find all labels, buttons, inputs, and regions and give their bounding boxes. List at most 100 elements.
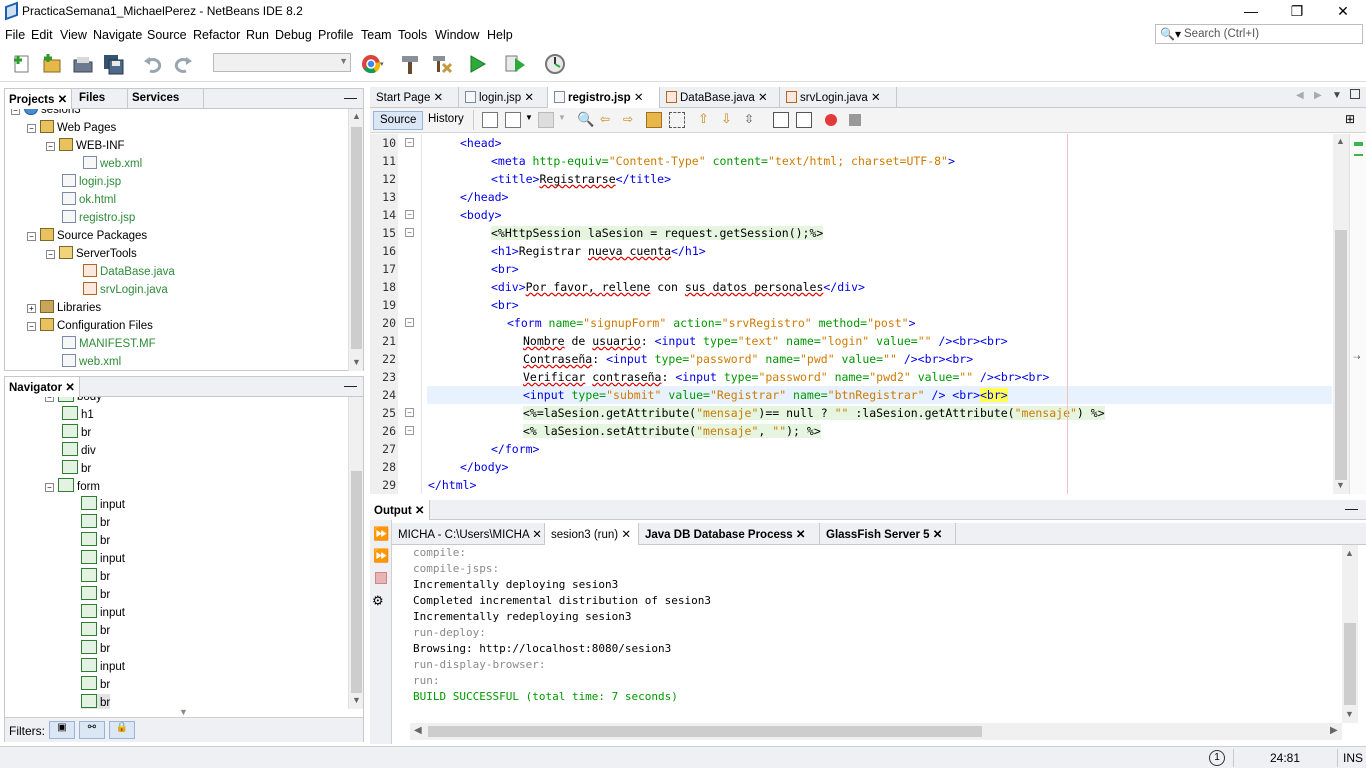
nav-node-h1[interactable]: h1 [62,406,94,421]
nav-node-br[interactable]: br [62,424,91,439]
minimize-panel-icon[interactable]: — [1345,501,1358,516]
close-icon[interactable]: ✕ [524,92,534,104]
close-icon[interactable]: ✕ [933,529,943,541]
tree-node-libraries[interactable]: + Libraries [27,300,101,314]
projects-scrollbar[interactable]: ▲ ▼ [348,109,363,371]
fold-toggle-icon[interactable]: − [405,318,414,327]
nav-node-input[interactable]: input [81,550,125,565]
code-editor[interactable]: <head> <meta http-equiv="Content-Type" c… [422,134,1332,494]
close-icon[interactable]: ✕ [415,505,425,517]
shift-right-icon[interactable] [796,112,812,128]
collapse-icon[interactable]: − [46,250,55,259]
menu-file[interactable]: File [5,28,25,42]
menu-help[interactable]: Help [487,28,513,42]
build-hammer-icon[interactable] [398,52,422,76]
tree-node-database-java[interactable]: DataBase.java [83,264,175,278]
previous-bookmark-icon[interactable]: ⇧ [698,111,709,127]
tree-node-servertools[interactable]: − ServerTools [46,246,137,260]
collapse-icon[interactable]: − [27,232,36,241]
split-editor-icon[interactable]: ⊞ [1345,112,1355,126]
filter-lock-icon[interactable]: 🔒 [109,721,135,739]
find-icon[interactable]: 🔍 [577,111,594,128]
tab-registro-jsp[interactable]: registro.jsp ✕ [548,87,660,108]
tab-output-sesion3-run[interactable]: sesion3 (run) ✕ [545,523,639,545]
stop-macro-recording-icon[interactable] [849,114,861,126]
collapse-icon[interactable]: − [27,124,36,133]
chevron-down-icon[interactable]: ▼ [558,113,566,122]
toggle-bookmark-icon[interactable]: ⇳ [744,112,754,126]
minimize-button[interactable]: — [1228,0,1274,24]
scroll-up-icon[interactable]: ▲ [352,111,361,121]
undo-icon[interactable] [141,52,165,76]
tab-services[interactable]: Services [128,89,204,109]
tree-node-project[interactable]: − sesion3 [11,109,81,116]
start-macro-recording-icon[interactable] [825,114,837,126]
nav-node-br[interactable]: br [81,532,110,547]
new-file-icon[interactable] [10,52,34,76]
next-bookmark-icon[interactable]: ⇩ [721,111,732,127]
output-vscrollbar[interactable]: ▲ ▼ [1342,545,1358,723]
close-icon[interactable]: ✕ [434,92,444,104]
scroll-tabs-left-icon[interactable]: ◀ [1296,90,1304,101]
menu-profile[interactable]: Profile [318,28,353,42]
search-box[interactable]: 🔍▾ Search (Ctrl+I) [1155,24,1363,44]
tab-srvlogin-java[interactable]: srvLogin.java ✕ [780,87,897,108]
fold-toggle-icon[interactable]: − [405,426,414,435]
menu-tools[interactable]: Tools [398,28,427,42]
scroll-up-icon[interactable]: ▲ [1336,136,1345,146]
shift-left-icon[interactable] [773,112,789,128]
chevron-down-icon[interactable]: ▼ [179,707,188,717]
tab-output-javadb[interactable]: Java DB Database Process ✕ [639,523,820,545]
nav-node-br[interactable]: br [81,514,110,529]
scroll-down-icon[interactable]: ▼ [1345,709,1354,719]
close-icon[interactable]: ✕ [532,529,542,541]
stop-icon[interactable] [375,572,387,584]
nav-node-br[interactable]: br [81,568,110,583]
fold-toggle-icon[interactable]: − [405,210,414,219]
last-edit-icon[interactable] [482,112,498,128]
tab-output[interactable]: Output ✕ [370,500,430,520]
back-icon[interactable] [505,112,521,128]
nav-node-br[interactable]: br [81,622,110,637]
nav-node-br[interactable]: br [81,640,110,655]
scrollbar-thumb[interactable] [1344,623,1356,705]
menu-window[interactable]: Window [435,28,479,42]
rerun-icon[interactable]: ⏩ [373,526,389,542]
menu-view[interactable]: View [60,28,87,42]
menu-edit[interactable]: Edit [31,28,53,42]
debug-project-icon[interactable] [503,52,527,76]
nav-node-br[interactable]: br [81,586,110,601]
scroll-down-icon[interactable]: ▼ [352,357,361,367]
editor-scrollbar[interactable]: ▲ ▼ [1333,134,1349,494]
maximize-editor-icon[interactable] [1350,89,1360,99]
profile-project-icon[interactable] [543,52,567,76]
configuration-combo[interactable]: ▼ [213,53,351,72]
minimize-panel-icon[interactable]: — [344,90,357,105]
open-project-icon[interactable] [71,52,95,76]
nav-node-form[interactable]: − form [45,478,100,493]
restore-button[interactable]: ❐ [1274,0,1320,24]
tab-list-icon[interactable]: ▼ [1332,90,1342,101]
scroll-down-icon[interactable]: ▼ [352,695,361,705]
tab-files[interactable]: Files [75,89,128,109]
tab-start-page[interactable]: Start Page ✕ [370,87,459,108]
find-next-icon[interactable]: ⇨ [623,112,633,126]
tree-node-registro-jsp[interactable]: registro.jsp [62,210,135,224]
fold-toggle-icon[interactable]: − [405,138,414,147]
nav-node-br[interactable]: br [62,460,91,475]
source-mode-button[interactable]: Source [373,111,424,130]
tree-node-login-jsp[interactable]: login.jsp [62,174,121,188]
rectangular-selection-icon[interactable] [669,112,685,128]
chrome-browser-icon[interactable]: ▾ [360,52,384,76]
tree-node-web-xml-config[interactable]: web.xml [62,354,121,368]
fold-toggle-icon[interactable]: − [405,408,414,417]
run-project-icon[interactable] [465,52,489,76]
tree-node-source-packages[interactable]: − Source Packages [27,228,147,242]
toggle-highlight-icon[interactable] [646,112,662,128]
tab-output-micha[interactable]: MICHA - C:\Users\MICHA ✕ [392,523,545,545]
collapse-icon[interactable]: − [45,397,54,402]
find-previous-icon[interactable]: ⇦ [600,112,610,126]
tree-node-manifest[interactable]: MANIFEST.MF [62,336,156,350]
notifications-icon[interactable]: 1 [1209,750,1225,766]
clean-build-icon[interactable] [429,52,453,76]
